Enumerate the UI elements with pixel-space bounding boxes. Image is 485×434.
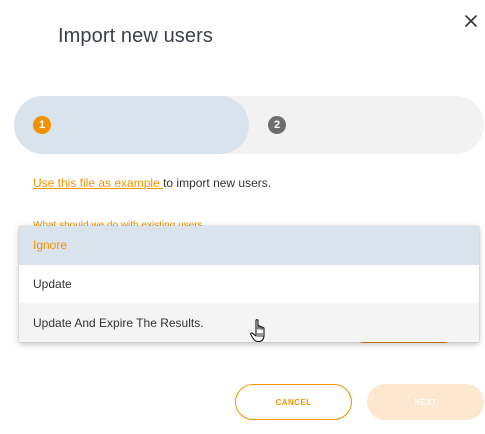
dialog-title: Import new users	[58, 25, 213, 47]
option-update-and-expire[interactable]: Update And Expire The Results.	[19, 303, 479, 342]
close-icon	[465, 15, 477, 27]
step-1-badge[interactable]: 1	[33, 116, 51, 134]
option-ignore[interactable]: Ignore	[19, 226, 479, 265]
example-suffix-text: to import new users.	[163, 176, 272, 190]
import-users-dialog: Import new users 1 2 Use this file as ex…	[0, 0, 485, 434]
step-2-badge[interactable]: 2	[268, 116, 286, 134]
cancel-button[interactable]: CANCEL	[235, 384, 352, 420]
example-line: Use this file as example to import new u…	[33, 176, 271, 190]
option-update[interactable]: Update	[19, 265, 479, 304]
stepper: 1 2	[14, 96, 484, 154]
next-button[interactable]: NEXT	[367, 384, 484, 420]
example-file-link[interactable]: Use this file as example	[33, 176, 163, 190]
close-button[interactable]	[461, 11, 481, 31]
existing-users-dropdown-menu: Ignore Update Update And Expire The Resu…	[19, 226, 479, 342]
